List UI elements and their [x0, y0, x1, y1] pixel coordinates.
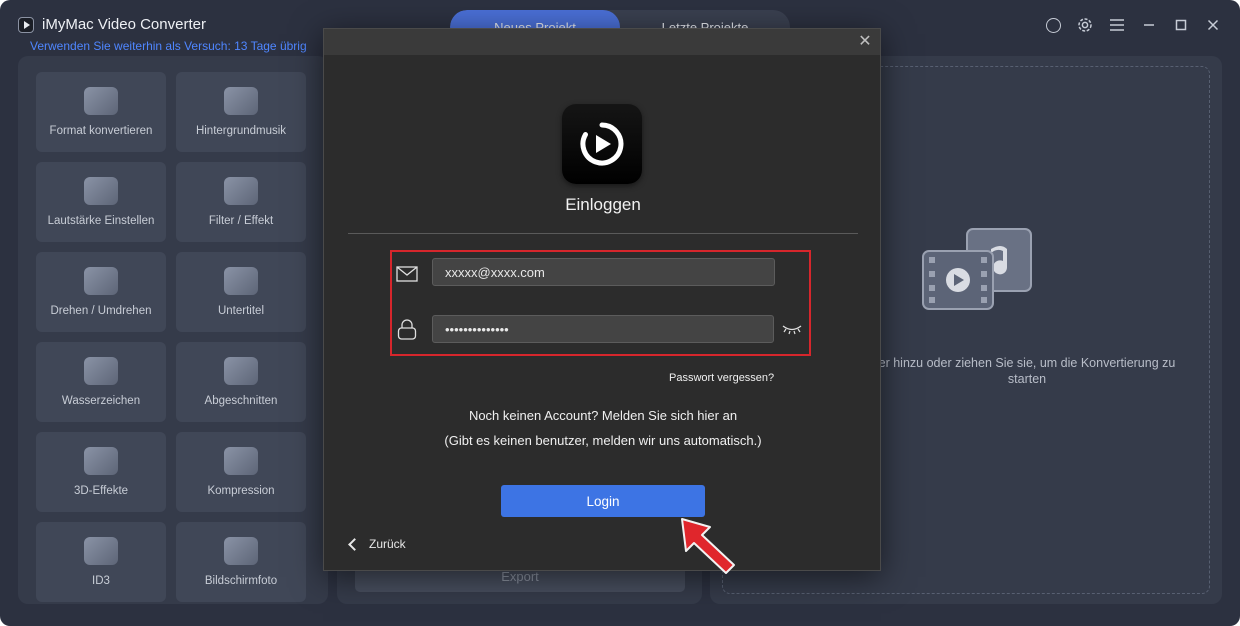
- mail-icon: [396, 266, 418, 282]
- tool-watermark[interactable]: Wasserzeichen: [36, 342, 166, 422]
- window-controls: [1044, 16, 1222, 34]
- tool-label: Filter / Effekt: [208, 215, 274, 227]
- title-row: iMyMac Video Converter: [18, 16, 206, 33]
- settings-icon[interactable]: [1076, 16, 1094, 34]
- tool-label: ID3: [92, 575, 110, 587]
- menu-icon[interactable]: [1108, 16, 1126, 34]
- watermark-icon: [84, 357, 118, 385]
- tool-rotate-flip[interactable]: Drehen / Umdrehen: [36, 252, 166, 332]
- account-icon[interactable]: [1044, 16, 1062, 34]
- rotate-flip-icon: [84, 267, 118, 295]
- tool-crop[interactable]: Abgeschnitten: [176, 342, 306, 422]
- chevron-left-icon: [348, 537, 361, 551]
- tool-label: Kompression: [207, 485, 275, 497]
- dialog-header: ✕: [324, 29, 880, 55]
- tools-panel: Format konvertieren Hintergrundmusik Lauts…: [18, 56, 328, 604]
- password-field[interactable]: [432, 315, 774, 343]
- crop-icon: [224, 357, 258, 385]
- app-window: iMyMac Video Converter Verwenden Sie wei…: [0, 0, 1240, 626]
- tool-label: Format konvertieren: [49, 125, 153, 137]
- media-files-icon: [922, 228, 1032, 310]
- tool-background-music[interactable]: Hintergrundmusik: [176, 72, 306, 152]
- tool-volume[interactable]: Lautstärke Einstellen: [36, 162, 166, 242]
- forgot-password-link[interactable]: Passwort vergessen?: [669, 372, 774, 384]
- background-music-icon: [224, 87, 258, 115]
- id3-icon: [84, 537, 118, 565]
- tool-filter-effect[interactable]: Filter / Effekt: [176, 162, 306, 242]
- tool-label: Abgeschnitten: [204, 395, 278, 407]
- close-icon[interactable]: [1204, 16, 1222, 34]
- email-field[interactable]: [432, 258, 775, 286]
- app-title: iMyMac Video Converter: [42, 16, 206, 33]
- subtitle-icon: [224, 267, 258, 295]
- tool-screenshot[interactable]: Bildschirmfoto: [176, 522, 306, 602]
- hide-password-icon[interactable]: [781, 320, 803, 336]
- volume-icon: [84, 177, 118, 205]
- back-label: Zurück: [369, 537, 406, 551]
- lock-icon: [397, 319, 417, 340]
- login-dialog: ✕ Einloggen Passwort vergessen? Noch kei…: [323, 28, 881, 571]
- compression-icon: [224, 447, 258, 475]
- divider: [348, 233, 858, 234]
- maximize-icon[interactable]: [1172, 16, 1190, 34]
- login-title: Einloggen: [565, 195, 641, 214]
- login-button[interactable]: Login: [501, 485, 705, 517]
- minimize-icon[interactable]: [1140, 16, 1158, 34]
- tool-compression[interactable]: Kompression: [176, 432, 306, 512]
- tool-label: Lautstärke Einstellen: [47, 215, 155, 227]
- tool-label: Drehen / Umdrehen: [50, 305, 152, 317]
- auto-login-note: (Gibt es keinen benutzer, melden wir uns…: [444, 433, 762, 448]
- 3d-glasses-icon: [84, 447, 118, 475]
- back-button[interactable]: Zurück: [348, 537, 406, 551]
- filter-effect-icon: [224, 177, 258, 205]
- tool-label: Bildschirmfoto: [204, 575, 278, 587]
- tools-grid: Format konvertieren Hintergrundmusik Lauts…: [36, 72, 306, 602]
- format-convert-icon: [84, 87, 118, 115]
- register-link[interactable]: Noch keinen Account? Melden Sie sich hie…: [324, 408, 882, 423]
- tool-id3[interactable]: ID3: [36, 522, 166, 602]
- pointer-arrow-icon: [681, 518, 735, 574]
- tool-label: Untertitel: [217, 305, 265, 317]
- tool-label: 3D-Effekte: [73, 485, 129, 497]
- app-logo-large-icon: [562, 104, 642, 184]
- trial-notice: Verwenden Sie weiterhin als Versuch: 13 …: [30, 39, 307, 53]
- tool-format-convert[interactable]: Format konvertieren: [36, 72, 166, 152]
- tool-subtitle[interactable]: Untertitel: [176, 252, 306, 332]
- screenshot-icon: [224, 537, 258, 565]
- app-logo-icon: [18, 16, 34, 33]
- tool-label: Hintergrundmusik: [195, 125, 287, 137]
- tool-3d-glasses[interactable]: 3D-Effekte: [36, 432, 166, 512]
- dialog-close-icon[interactable]: ✕: [856, 33, 874, 51]
- tool-label: Wasserzeichen: [61, 395, 141, 407]
